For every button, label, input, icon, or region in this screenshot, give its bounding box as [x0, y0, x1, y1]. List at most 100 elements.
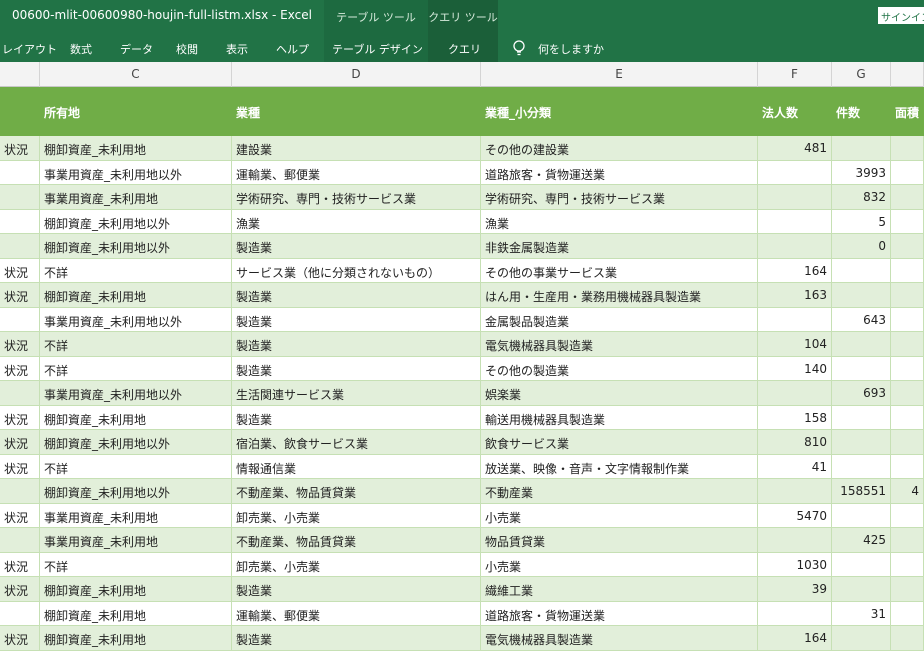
cell-industry-subcategory[interactable]: 輸送用機械器具製造業 [481, 405, 758, 430]
header-cell-corporation-count[interactable]: 法人数 [758, 87, 832, 136]
cell-status[interactable]: 状況 [0, 405, 40, 430]
cell-owned-land[interactable]: 棚卸資産_未利用地 [40, 577, 232, 602]
tell-me-search[interactable]: 何をしますか [538, 34, 604, 62]
cell-case-count[interactable] [832, 405, 891, 430]
cell-status[interactable]: 状況 [0, 136, 40, 161]
cell-industry-subcategory[interactable]: 学術研究、専門・技術サービス業 [481, 185, 758, 210]
cell-corporation-count[interactable]: 481 [758, 136, 832, 161]
cell-industry[interactable]: 情報通信業 [232, 454, 481, 479]
cell-area[interactable] [891, 381, 924, 406]
cell-case-count[interactable]: 31 [832, 601, 891, 626]
tab-help[interactable]: ヘルプ [276, 34, 309, 62]
cell-case-count[interactable]: 693 [832, 381, 891, 406]
cell-industry[interactable]: 製造業 [232, 577, 481, 602]
cell-area[interactable] [891, 528, 924, 553]
cell-owned-land[interactable]: 棚卸資産_未利用地 [40, 405, 232, 430]
cell-industry[interactable]: 製造業 [232, 626, 481, 651]
tab-review[interactable]: 校閲 [176, 34, 198, 62]
cell-industry[interactable]: 製造業 [232, 356, 481, 381]
cell-corporation-count[interactable]: 164 [758, 626, 832, 651]
cell-case-count[interactable] [832, 626, 891, 651]
cell-case-count[interactable] [832, 283, 891, 308]
cell-case-count[interactable]: 158551 [832, 479, 891, 504]
header-cell-area[interactable]: 面積 [891, 87, 924, 136]
cell-case-count[interactable] [832, 332, 891, 357]
cell-industry-subcategory[interactable]: 放送業、映像・音声・文字情報制作業 [481, 454, 758, 479]
cell-corporation-count[interactable]: 41 [758, 454, 832, 479]
cell-industry-subcategory[interactable]: 漁業 [481, 209, 758, 234]
cell-owned-land[interactable]: 事業用資産_未利用地以外 [40, 160, 232, 185]
cell-corporation-count[interactable] [758, 160, 832, 185]
cell-industry[interactable]: 製造業 [232, 332, 481, 357]
cell-area[interactable] [891, 185, 924, 210]
cell-owned-land[interactable]: 事業用資産_未利用地以外 [40, 307, 232, 332]
cell-case-count[interactable] [832, 503, 891, 528]
cell-industry[interactable]: 卸売業、小売業 [232, 552, 481, 577]
header-cell-case-count[interactable]: 件数 [832, 87, 891, 136]
cell-industry[interactable]: 製造業 [232, 234, 481, 259]
cell-owned-land[interactable]: 事業用資産_未利用地 [40, 185, 232, 210]
cell-industry-subcategory[interactable]: 金属製品製造業 [481, 307, 758, 332]
cell-industry-subcategory[interactable]: 非鉄金属製造業 [481, 234, 758, 259]
cell-owned-land[interactable]: 不詳 [40, 332, 232, 357]
header-cell-industry-subcategory[interactable]: 業種_小分類 [481, 87, 758, 136]
column-header-h[interactable] [891, 62, 924, 87]
cell-case-count[interactable] [832, 430, 891, 455]
cell-case-count[interactable] [832, 136, 891, 161]
cell-area[interactable] [891, 258, 924, 283]
cell-owned-land[interactable]: 棚卸資産_未利用地 [40, 626, 232, 651]
cell-corporation-count[interactable]: 104 [758, 332, 832, 357]
tab-layout[interactable]: レイアウト [2, 34, 57, 62]
cell-case-count[interactable]: 832 [832, 185, 891, 210]
cell-status[interactable]: 状況 [0, 356, 40, 381]
cell-status[interactable] [0, 479, 40, 504]
tab-table-design[interactable]: テーブル デザイン [324, 34, 428, 62]
cell-area[interactable] [891, 430, 924, 455]
cell-owned-land[interactable]: 不詳 [40, 356, 232, 381]
cell-industry[interactable]: 製造業 [232, 283, 481, 308]
tab-view[interactable]: 表示 [226, 34, 248, 62]
cell-industry[interactable]: 漁業 [232, 209, 481, 234]
cell-area[interactable] [891, 552, 924, 577]
cell-industry-subcategory[interactable]: 繊維工業 [481, 577, 758, 602]
cell-area[interactable] [891, 307, 924, 332]
cell-area[interactable] [891, 209, 924, 234]
cell-status[interactable] [0, 528, 40, 553]
cell-owned-land[interactable]: 棚卸資産_未利用地 [40, 136, 232, 161]
cell-industry-subcategory[interactable]: 不動産業 [481, 479, 758, 504]
cell-status[interactable] [0, 307, 40, 332]
cell-corporation-count[interactable]: 810 [758, 430, 832, 455]
cell-area[interactable] [891, 503, 924, 528]
cell-industry-subcategory[interactable]: その他の建設業 [481, 136, 758, 161]
cell-owned-land[interactable]: 棚卸資産_未利用地 [40, 283, 232, 308]
cell-corporation-count[interactable] [758, 185, 832, 210]
cell-status[interactable]: 状況 [0, 503, 40, 528]
cell-industry-subcategory[interactable]: 小売業 [481, 503, 758, 528]
cell-owned-land[interactable]: 不詳 [40, 454, 232, 479]
cell-industry-subcategory[interactable]: その他の製造業 [481, 356, 758, 381]
cell-status[interactable]: 状況 [0, 454, 40, 479]
cell-industry[interactable]: 運輸業、郵便業 [232, 160, 481, 185]
cell-corporation-count[interactable]: 140 [758, 356, 832, 381]
cell-owned-land[interactable]: 棚卸資産_未利用地以外 [40, 430, 232, 455]
cell-industry[interactable]: 不動産業、物品賃貸業 [232, 528, 481, 553]
cell-industry-subcategory[interactable]: 小売業 [481, 552, 758, 577]
cell-corporation-count[interactable]: 164 [758, 258, 832, 283]
tab-formulas[interactable]: 数式 [70, 34, 92, 62]
cell-status[interactable] [0, 381, 40, 406]
cell-area[interactable] [891, 356, 924, 381]
cell-status[interactable]: 状況 [0, 577, 40, 602]
header-cell-owned-land[interactable]: 所有地 [40, 87, 232, 136]
cell-industry[interactable]: 生活関連サービス業 [232, 381, 481, 406]
cell-area[interactable] [891, 160, 924, 185]
cell-industry[interactable]: 宿泊業、飲食サービス業 [232, 430, 481, 455]
cell-industry-subcategory[interactable]: 電気機械器具製造業 [481, 332, 758, 357]
cell-status[interactable]: 状況 [0, 258, 40, 283]
cell-corporation-count[interactable] [758, 381, 832, 406]
cell-area[interactable] [891, 601, 924, 626]
cell-owned-land[interactable]: 不詳 [40, 552, 232, 577]
cell-owned-land[interactable]: 棚卸資産_未利用地以外 [40, 209, 232, 234]
cell-industry-subcategory[interactable]: 娯楽業 [481, 381, 758, 406]
cell-case-count[interactable]: 0 [832, 234, 891, 259]
cell-industry[interactable]: 学術研究、専門・技術サービス業 [232, 185, 481, 210]
